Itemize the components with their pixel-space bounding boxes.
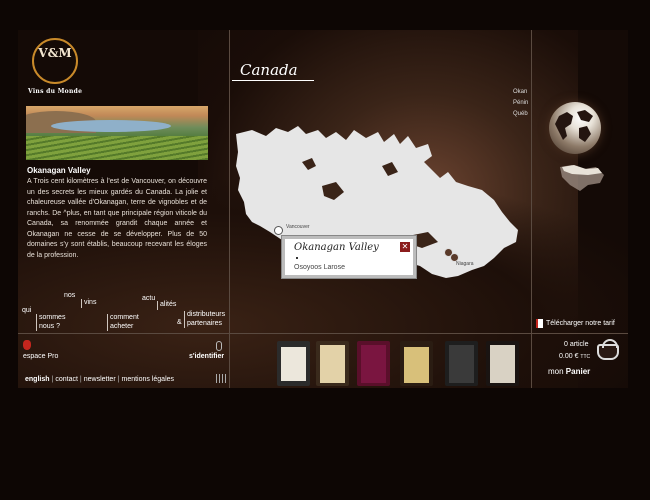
map-marker-vancouver[interactable] — [274, 226, 283, 235]
espace-pro-link[interactable]: espace Pro — [23, 353, 58, 360]
nav-comment-acheter[interactable]: comment acheter — [107, 314, 141, 331]
cart-link[interactable]: mon Panier — [548, 367, 590, 376]
wine-label-3[interactable] — [357, 341, 390, 386]
wine-label-6[interactable] — [486, 341, 519, 386]
wine-label-1[interactable] — [277, 341, 310, 386]
brand-name: Vins du Monde — [28, 88, 83, 95]
pdf-icon[interactable] — [536, 319, 543, 328]
wine-label-2[interactable] — [316, 341, 349, 386]
popup-title: Okanagan Valley — [294, 242, 379, 253]
region-photo — [26, 106, 208, 160]
province-quebec[interactable]: Québ — [513, 109, 528, 120]
nav-distributeurs[interactable]: distributeurs partenaires — [184, 311, 228, 328]
cart-panier: Panier — [565, 367, 591, 376]
province-list: Okan Pénin Québ — [513, 87, 528, 120]
region-description: A Trois cent kilomètres à l'est de Vanco… — [27, 178, 207, 259]
close-icon[interactable]: ✕ — [400, 242, 410, 252]
footer-mentions[interactable]: mentions légales — [121, 376, 174, 383]
nav-alites[interactable]: alités — [157, 301, 176, 310]
map-label-niagara: Niagara — [456, 261, 474, 267]
cart-price-unit: TTC — [580, 354, 591, 360]
cart-article-count: 0 article — [564, 341, 589, 348]
region-title: Okanagan Valley — [27, 166, 91, 175]
site-frame: V&M Vins du Monde Okanagan Valley A Troi… — [18, 30, 628, 388]
region-popup: Okanagan Valley ✕ Osoyoos Larose — [282, 236, 416, 278]
divider-right — [531, 30, 532, 388]
sound-icon[interactable] — [216, 374, 226, 383]
espace-pro-icon[interactable] — [23, 340, 31, 350]
globe-icon[interactable] — [549, 102, 601, 154]
mini-map[interactable] — [558, 163, 608, 193]
nav-vins[interactable]: vins — [81, 299, 96, 308]
logo-text: V&M — [38, 46, 72, 60]
map-label-vancouver: Vancouver — [286, 224, 310, 230]
popup-bullet — [296, 257, 298, 259]
wine-label-4[interactable] — [400, 341, 433, 386]
cart-price: 0.00 € — [559, 353, 579, 360]
identifier-link[interactable]: s'identifier — [189, 353, 224, 360]
country-title: Canada — [240, 61, 298, 79]
cart-mon: mon — [548, 367, 564, 376]
footer-contact[interactable]: contact — [55, 376, 78, 383]
nav-ampersand: & — [177, 319, 182, 326]
nav-nos[interactable]: nos — [64, 292, 75, 301]
wine-label-5[interactable] — [445, 341, 478, 386]
province-peninsula[interactable]: Pénin — [513, 98, 528, 109]
logo[interactable]: V&M — [32, 38, 78, 84]
nav-qui[interactable]: qui — [22, 307, 31, 316]
footer-newsletter[interactable]: newsletter — [84, 376, 116, 383]
basket-icon[interactable] — [597, 339, 619, 360]
footer-links: english | contact | newsletter | mentions léga… — [25, 376, 175, 383]
divider-bottom — [18, 333, 628, 334]
title-underline — [232, 80, 314, 81]
popup-domain-link[interactable]: Osoyoos Larose — [294, 264, 345, 271]
nav-sommes-nous[interactable]: sommes nous ? — [36, 314, 65, 331]
download-tarif-link[interactable]: Télécharger notre tarif — [546, 320, 615, 327]
province-okanagan[interactable]: Okan — [513, 87, 528, 98]
identifier-icon[interactable] — [216, 341, 222, 351]
footer-english[interactable]: english — [25, 376, 50, 383]
wine-carousel — [273, 341, 529, 386]
nav-actu[interactable]: actu — [142, 295, 155, 304]
divider-left — [229, 30, 230, 388]
cart-total: 0.00 € TTC — [559, 353, 590, 360]
